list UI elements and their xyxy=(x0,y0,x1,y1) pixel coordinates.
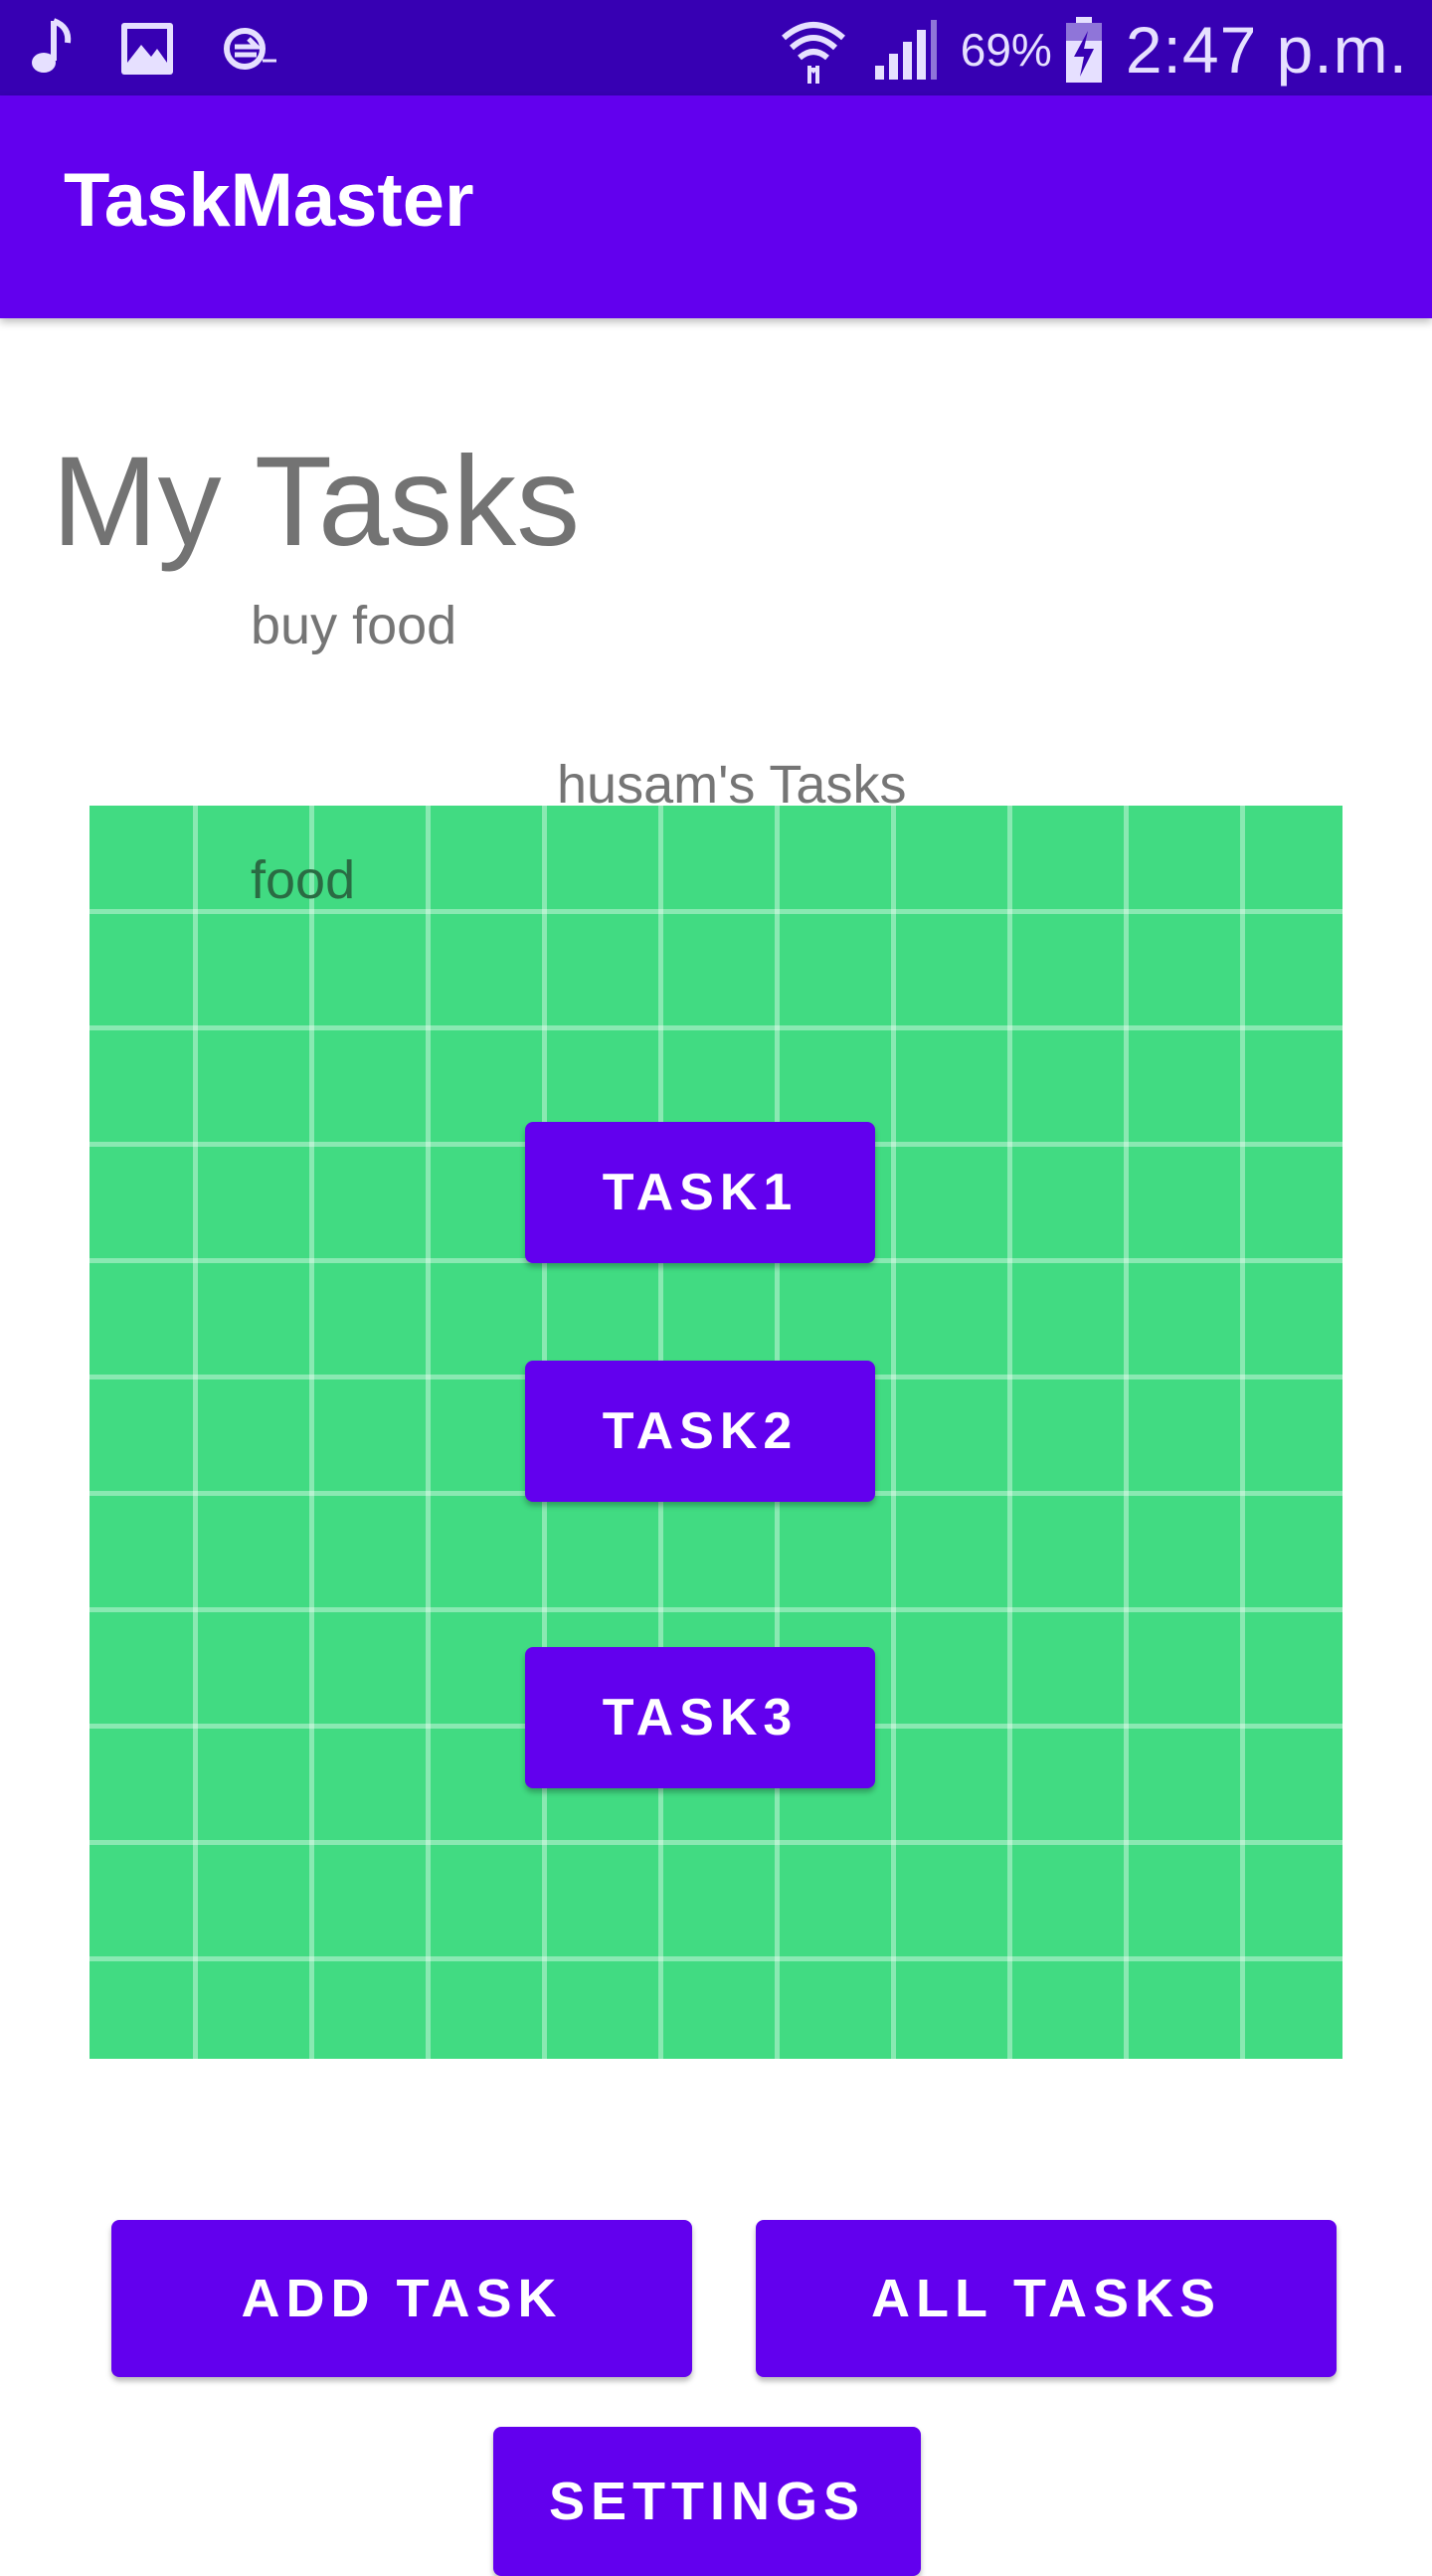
battery-percent: 69% xyxy=(960,24,1052,76)
clock: 2:47 p.m. xyxy=(1125,13,1408,87)
status-right-icons: 69% 2:47 p.m. xyxy=(778,8,1408,92)
wifi-icon xyxy=(778,14,849,86)
page-title: My Tasks xyxy=(52,431,581,573)
user-tasks-label: husam's Tasks xyxy=(557,755,907,815)
all-tasks-button[interactable]: ALL TASKS xyxy=(756,2220,1337,2377)
status-bar: 69% 2:47 p.m. xyxy=(0,0,1432,95)
status-left-icons xyxy=(24,14,280,84)
add-task-button[interactable]: ADD TASK xyxy=(111,2220,692,2377)
task-preview-text: buy food xyxy=(251,596,457,655)
task3-button[interactable]: TASK3 xyxy=(525,1647,875,1788)
task1-button[interactable]: TASK1 xyxy=(525,1122,875,1263)
task2-button[interactable]: TASK2 xyxy=(525,1361,875,1502)
settings-button[interactable]: SETTINGS xyxy=(493,2427,921,2576)
image-icon xyxy=(117,19,177,79)
app-title: TaskMaster xyxy=(64,158,474,243)
sync-icon xyxy=(217,21,280,77)
panel-item-text: food xyxy=(251,850,356,910)
music-note-icon xyxy=(24,17,78,81)
battery-charging-icon xyxy=(1064,15,1104,85)
cell-signal-icon xyxy=(871,18,939,82)
app-bar: TaskMaster xyxy=(0,95,1432,318)
tasks-panel: food TASK1 TASK2 TASK3 xyxy=(90,806,1342,2059)
